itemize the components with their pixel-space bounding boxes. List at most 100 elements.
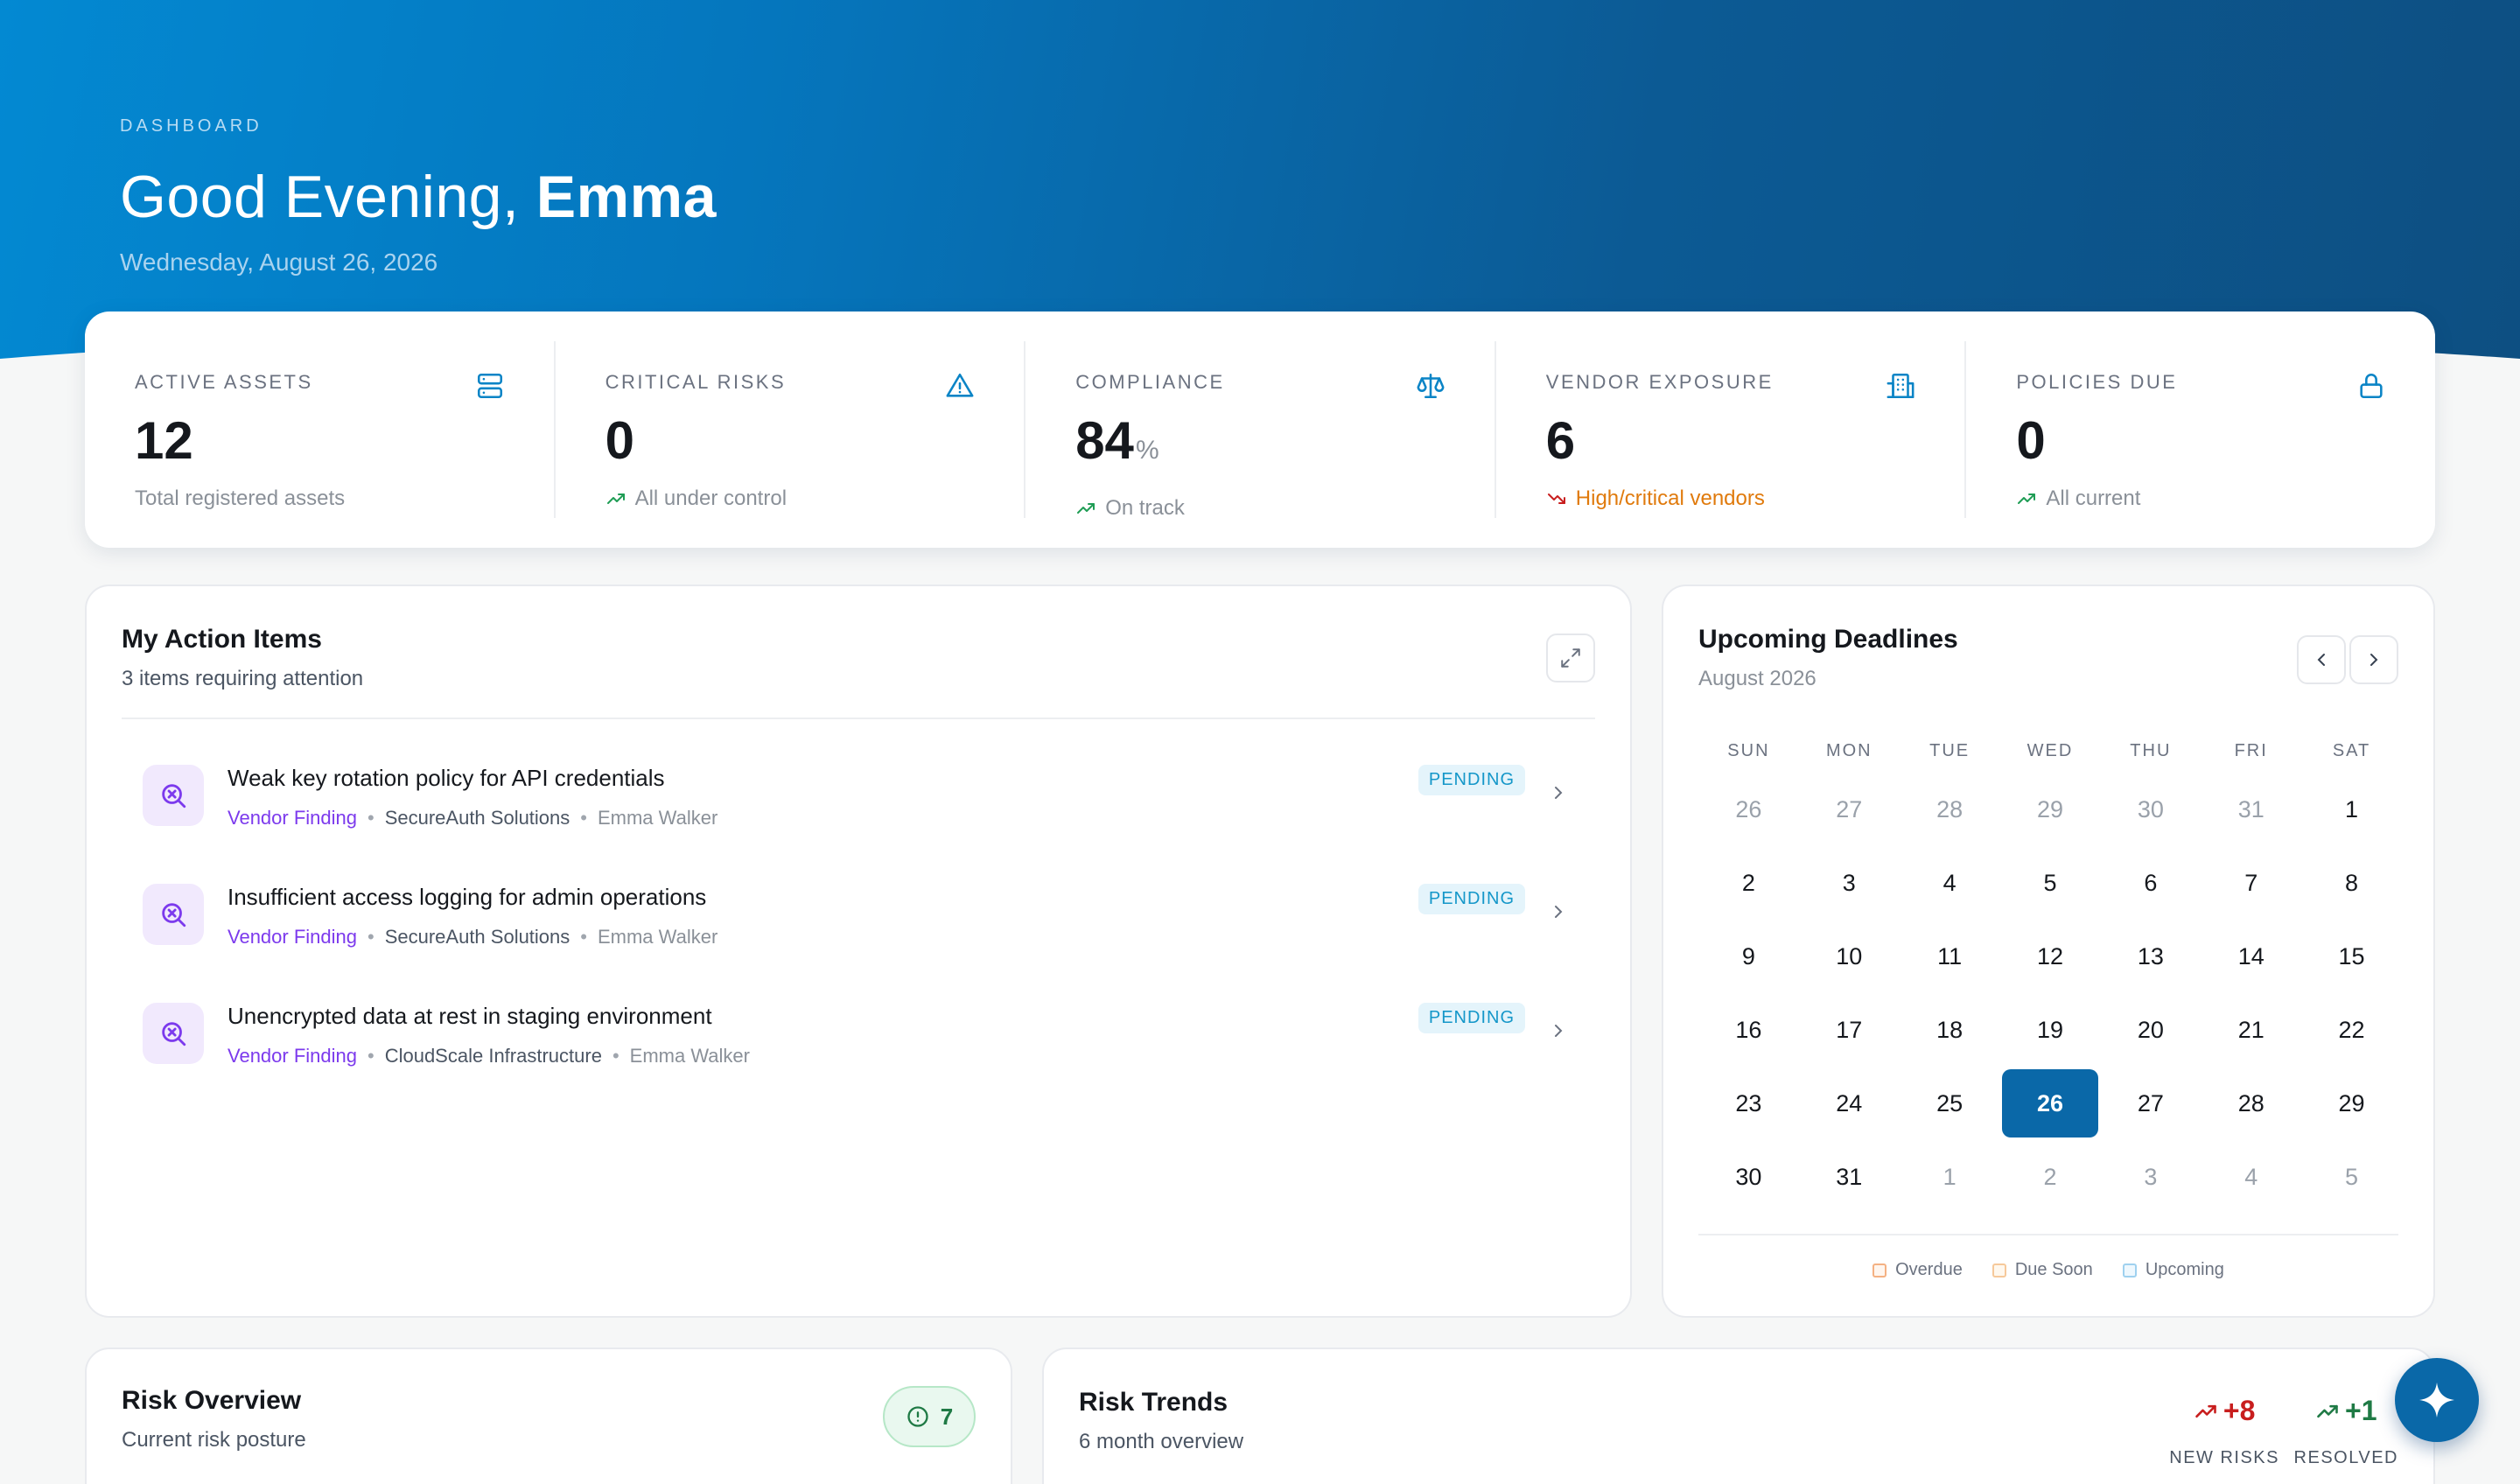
- risk-trends-panel: Risk Trends 6 month overview +8 NEW RISK…: [1042, 1348, 2435, 1484]
- calendar-day[interactable]: 3: [1799, 849, 1900, 922]
- next-month-button[interactable]: [2349, 635, 2398, 684]
- chevron-left-icon: [2317, 654, 2325, 666]
- calendar-day[interactable]: 19: [2000, 996, 2101, 1069]
- prev-month-button[interactable]: [2297, 635, 2346, 684]
- calendar-day[interactable]: 31: [2201, 775, 2301, 849]
- calendar-day[interactable]: 23: [1698, 1069, 1799, 1143]
- calendar-day[interactable]: 30: [2100, 775, 2201, 849]
- trend-up-icon: [606, 494, 625, 504]
- action-item-title: Weak key rotation policy for API credent…: [228, 765, 665, 791]
- calendar-day[interactable]: 25: [1900, 1069, 2000, 1143]
- stats-card: ACTIVE ASSETS 12 Total registered assets…: [85, 312, 2435, 548]
- stat-critical-risks[interactable]: CRITICAL RISKS 0 All under control: [556, 341, 1026, 518]
- calendar-day[interactable]: 30: [1698, 1143, 1799, 1216]
- calendar-day[interactable]: 5: [2000, 849, 2101, 922]
- action-item[interactable]: Insufficient access logging for admin op…: [122, 858, 1595, 962]
- panel-subtitle: 6 month overview: [1079, 1430, 1244, 1453]
- calendar-day[interactable]: 3: [2100, 1143, 2201, 1216]
- risk-overview-panel: Risk Overview Current risk posture 7: [85, 1348, 1012, 1484]
- calendar-day-today[interactable]: 26: [2000, 1069, 2101, 1143]
- calendar-day[interactable]: 28: [1900, 775, 2000, 849]
- calendar-day[interactable]: 21: [2201, 996, 2301, 1069]
- stat-vendor-exposure[interactable]: VENDOR EXPOSURE 6 High/critical vendors: [1496, 341, 1967, 518]
- new-risks-label: NEW RISKS: [2169, 1448, 2279, 1467]
- weekday-header: WED: [2026, 741, 2074, 760]
- calendar-day[interactable]: 6: [2100, 849, 2201, 922]
- calendar-legend: Overdue Due Soon Upcoming: [1663, 1260, 2433, 1280]
- alert-circle-icon: [907, 1406, 928, 1427]
- calendar-day[interactable]: 1: [2301, 775, 2402, 849]
- calendar-day[interactable]: 15: [2301, 922, 2402, 996]
- calendar-day[interactable]: 14: [2201, 922, 2301, 996]
- item-vendor: CloudScale Infrastructure: [384, 1045, 602, 1067]
- calendar-day[interactable]: 27: [1799, 775, 1900, 849]
- quick-add-button[interactable]: [2395, 1358, 2479, 1442]
- expand-button[interactable]: [1546, 634, 1595, 682]
- finding-icon: [143, 1003, 204, 1064]
- action-item-title: Insufficient access logging for admin op…: [228, 884, 707, 910]
- panel-title: Risk Overview: [122, 1386, 302, 1415]
- weekday-header: TUE: [1929, 741, 1970, 760]
- calendar-day[interactable]: 26: [1698, 775, 1799, 849]
- calendar-month: August 2026: [1698, 667, 1816, 690]
- resolved-label: RESOLVED: [2293, 1448, 2398, 1467]
- page-eyebrow: DASHBOARD: [120, 116, 262, 136]
- stat-value: 84%: [1075, 411, 1159, 470]
- weekday-header: THU: [2130, 741, 2172, 760]
- calendar-day[interactable]: 1: [1900, 1143, 2000, 1216]
- stat-active-assets[interactable]: ACTIVE ASSETS 12 Total registered assets: [85, 341, 556, 518]
- calendar-day[interactable]: 31: [1799, 1143, 1900, 1216]
- calendar-day[interactable]: 13: [2100, 922, 2201, 996]
- calendar-day[interactable]: 22: [2301, 996, 2402, 1069]
- warning-icon: [946, 373, 974, 397]
- item-category: Vendor Finding: [228, 1045, 357, 1067]
- calendar-day[interactable]: 28: [2201, 1069, 2301, 1143]
- calendar-day[interactable]: 9: [1698, 922, 1799, 996]
- building-icon: [1886, 373, 1914, 399]
- action-item-title: Unencrypted data at rest in staging envi…: [228, 1003, 712, 1029]
- weekday-header: FRI: [2234, 741, 2268, 760]
- calendar-day[interactable]: 24: [1799, 1069, 1900, 1143]
- calendar-day[interactable]: 17: [1799, 996, 1900, 1069]
- action-item-meta: Vendor Finding • CloudScale Infrastructur…: [228, 1045, 750, 1067]
- action-item[interactable]: Unencrypted data at rest in staging envi…: [122, 976, 1595, 1082]
- calendar-day[interactable]: 11: [1900, 922, 2000, 996]
- calendar-day[interactable]: 2: [1698, 849, 1799, 922]
- panel-header: My Action Items 3 items requiring attent…: [122, 625, 363, 691]
- risk-count-badge[interactable]: 7: [883, 1386, 976, 1447]
- item-owner: Emma Walker: [597, 926, 718, 948]
- calendar-day[interactable]: 7: [2201, 849, 2301, 922]
- new-risks-value: +8: [2222, 1395, 2256, 1426]
- calendar-day[interactable]: 5: [2301, 1143, 2402, 1216]
- stat-sub: High/critical vendors: [1546, 486, 1916, 511]
- stat-label: CRITICAL RISKS: [605, 371, 787, 393]
- calendar-day[interactable]: 4: [2201, 1143, 2301, 1216]
- chevron-right-icon: [1555, 906, 1563, 918]
- calendar-day[interactable]: 10: [1799, 922, 1900, 996]
- calendar-grid: SUN MON TUE WED THU FRI SAT 26 27 28 29 30 31 1 2 3 4 5 6 7…: [1698, 726, 2402, 1216]
- legend-swatch: [1992, 1263, 2006, 1278]
- calendar-day[interactable]: 8: [2301, 849, 2402, 922]
- calendar-day[interactable]: 29: [2301, 1069, 2402, 1143]
- stat-sub: Total registered assets: [135, 486, 346, 510]
- action-item[interactable]: Weak key rotation policy for API credent…: [122, 738, 1595, 844]
- calendar-day[interactable]: 16: [1698, 996, 1799, 1069]
- status-badge: PENDING: [1418, 884, 1525, 914]
- action-item-meta: Vendor Finding • SecureAuth Solutions • Em…: [228, 807, 718, 829]
- trend-up-icon: [1077, 503, 1096, 514]
- stat-label: COMPLIANCE: [1075, 371, 1225, 393]
- item-owner: Emma Walker: [629, 1045, 750, 1067]
- calendar-day[interactable]: 4: [1900, 849, 2000, 922]
- calendar-day[interactable]: 29: [2000, 775, 2101, 849]
- item-owner: Emma Walker: [597, 807, 718, 829]
- weekday-header: SAT: [2332, 741, 2371, 760]
- stat-policies-due[interactable]: POLICIES DUE 0 All current: [1966, 341, 2435, 518]
- calendar-day[interactable]: 20: [2100, 996, 2201, 1069]
- stat-compliance[interactable]: COMPLIANCE 84% On track: [1026, 341, 1496, 520]
- calendar-day[interactable]: 2: [2000, 1143, 2101, 1216]
- calendar-day[interactable]: 27: [2100, 1069, 2201, 1143]
- calendar-day[interactable]: 12: [2000, 922, 2101, 996]
- server-icon: [477, 373, 502, 399]
- weekday-header: SUN: [1727, 741, 1770, 760]
- calendar-day[interactable]: 18: [1900, 996, 2000, 1069]
